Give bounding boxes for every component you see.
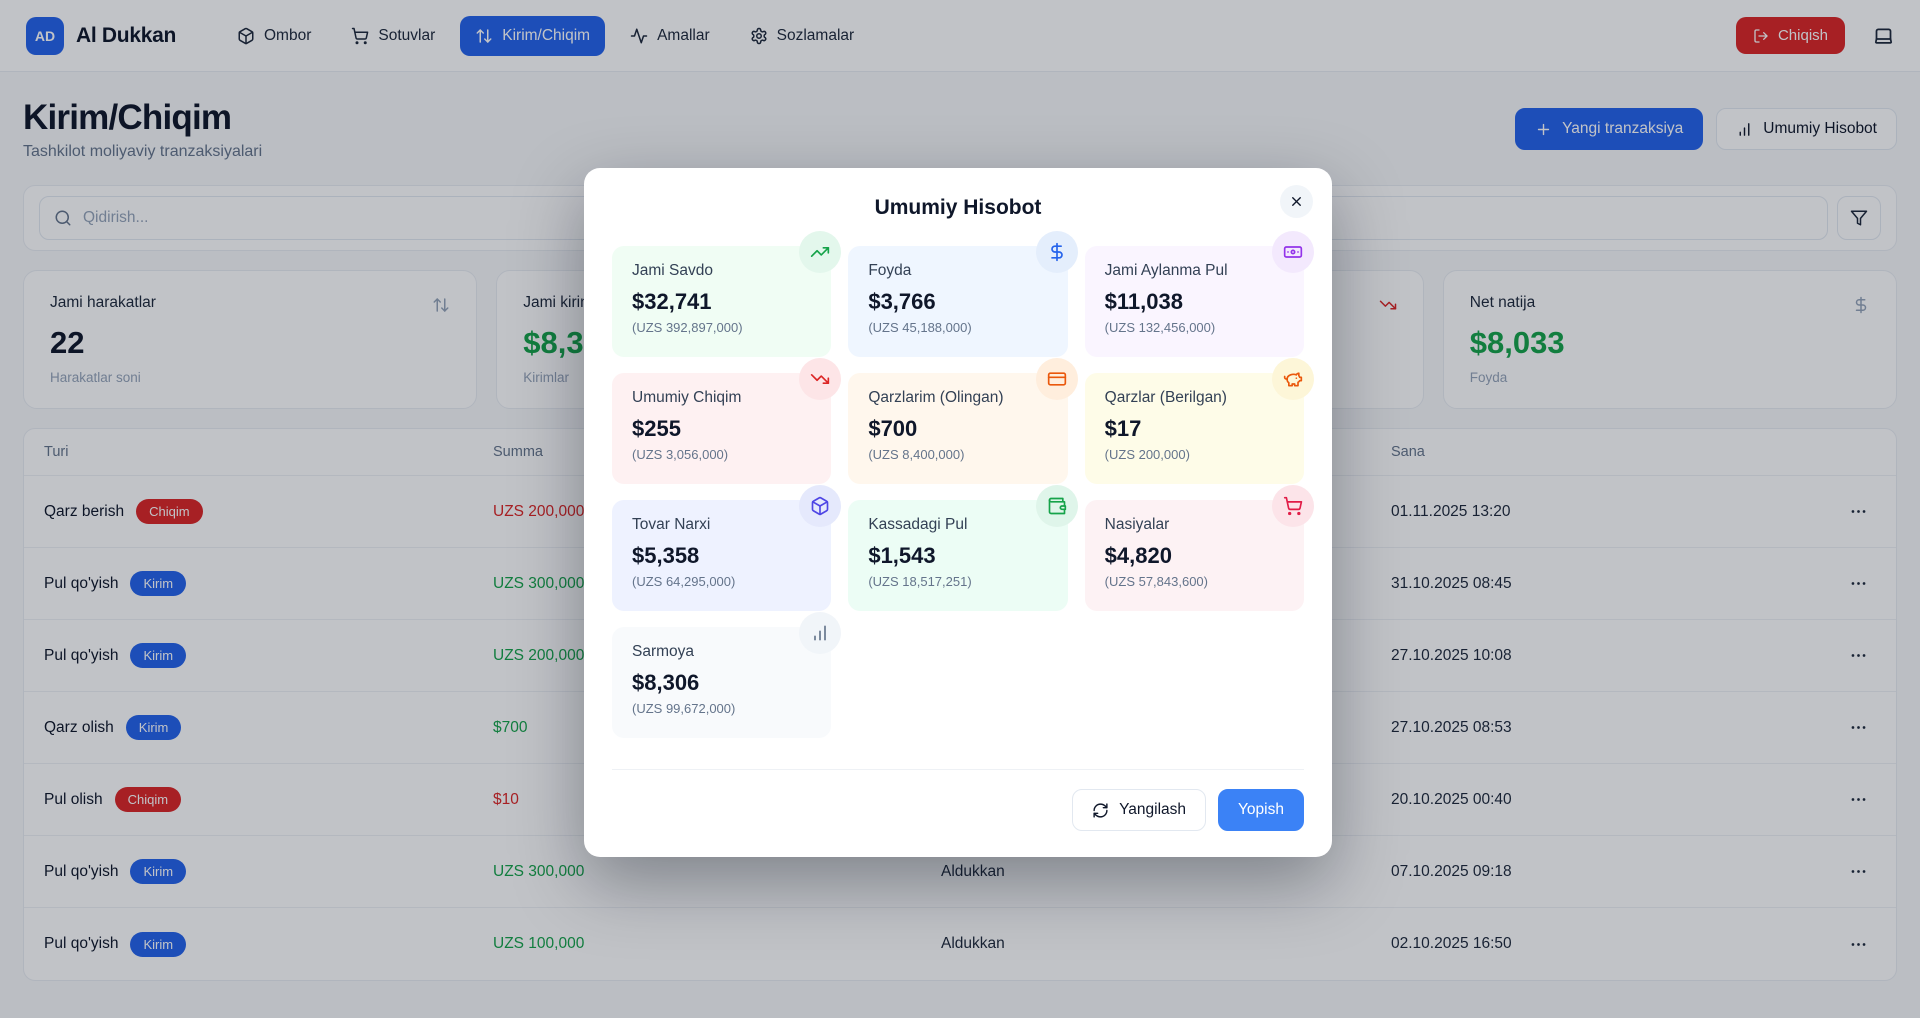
modal-footer: Yangilash Yopish — [612, 769, 1304, 831]
report-card-label: Qarzlar (Berilgan) — [1105, 389, 1284, 407]
report-cards-grid: Jami Savdo $32,741 (UZS 392,897,000) Foy… — [612, 246, 1304, 738]
report-card-label: Nasiyalar — [1105, 516, 1284, 534]
shopping-cart-icon — [1272, 485, 1314, 527]
close-modal-button[interactable]: Yopish — [1218, 789, 1304, 831]
report-card-sub: (UZS 18,517,251) — [868, 574, 1047, 589]
report-card-value: $255 — [632, 416, 811, 442]
refresh-label: Yangilash — [1119, 801, 1186, 819]
report-card-value: $1,543 — [868, 543, 1047, 569]
report-card-sub: (UZS 99,672,000) — [632, 701, 811, 716]
report-card-label: Kassadagi Pul — [868, 516, 1047, 534]
refresh-icon — [1092, 802, 1109, 819]
report-card-value: $3,766 — [868, 289, 1047, 315]
report-card-value: $8,306 — [632, 670, 811, 696]
banknote-icon — [1272, 231, 1314, 273]
wallet-icon — [1036, 485, 1078, 527]
report-card-label: Sarmoya — [632, 643, 811, 661]
report-card-umumiy-chiqim: Umumiy Chiqim $255 (UZS 3,056,000) — [612, 373, 831, 484]
report-card-label: Foyda — [868, 262, 1047, 280]
report-card-foyda: Foyda $3,766 (UZS 45,188,000) — [848, 246, 1067, 357]
report-card-sub: (UZS 132,456,000) — [1105, 320, 1284, 335]
report-card-sub: (UZS 392,897,000) — [632, 320, 811, 335]
close-modal-label: Yopish — [1238, 801, 1284, 819]
report-card-sub: (UZS 8,400,000) — [868, 447, 1047, 462]
report-card-sub: (UZS 57,843,600) — [1105, 574, 1284, 589]
close-icon — [1289, 194, 1304, 209]
refresh-button[interactable]: Yangilash — [1072, 789, 1206, 831]
report-card-value: $32,741 — [632, 289, 811, 315]
report-card-sub: (UZS 3,056,000) — [632, 447, 811, 462]
bar-chart-icon — [799, 612, 841, 654]
modal-title: Umumiy Hisobot — [612, 196, 1304, 220]
trending-up-icon — [799, 231, 841, 273]
dollar-sign-icon — [1036, 231, 1078, 273]
modal-close-button[interactable] — [1280, 185, 1313, 218]
report-card-jami-aylanma-pul: Jami Aylanma Pul $11,038 (UZS 132,456,00… — [1085, 246, 1304, 357]
report-card-value: $700 — [868, 416, 1047, 442]
report-card-value: $4,820 — [1105, 543, 1284, 569]
report-card-value: $17 — [1105, 416, 1284, 442]
overall-report-modal: Umumiy Hisobot Jami Savdo $32,741 (UZS 3… — [584, 168, 1332, 857]
report-card-label: Jami Savdo — [632, 262, 811, 280]
report-card-qarzlarim-olingan: Qarzlarim (Olingan) $700 (UZS 8,400,000) — [848, 373, 1067, 484]
piggy-bank-icon — [1272, 358, 1314, 400]
report-card-value: $11,038 — [1105, 289, 1284, 315]
package-icon — [799, 485, 841, 527]
report-card-sub: (UZS 200,000) — [1105, 447, 1284, 462]
report-card-label: Umumiy Chiqim — [632, 389, 811, 407]
report-card-tovar-narxi: Tovar Narxi $5,358 (UZS 64,295,000) — [612, 500, 831, 611]
report-card-sub: (UZS 45,188,000) — [868, 320, 1047, 335]
report-card-value: $5,358 — [632, 543, 811, 569]
report-card-kassadagi-pul: Kassadagi Pul $1,543 (UZS 18,517,251) — [848, 500, 1067, 611]
report-card-nasiyalar: Nasiyalar $4,820 (UZS 57,843,600) — [1085, 500, 1304, 611]
report-card-label: Tovar Narxi — [632, 516, 811, 534]
report-card-sarmoya: Sarmoya $8,306 (UZS 99,672,000) — [612, 627, 831, 738]
report-card-jami-savdo: Jami Savdo $32,741 (UZS 392,897,000) — [612, 246, 831, 357]
report-card-sub: (UZS 64,295,000) — [632, 574, 811, 589]
report-card-label: Qarzlarim (Olingan) — [868, 389, 1047, 407]
report-card-qarzlar-berilgan: Qarzlar (Berilgan) $17 (UZS 200,000) — [1085, 373, 1304, 484]
trending-down-icon — [799, 358, 841, 400]
credit-card-icon — [1036, 358, 1078, 400]
report-card-label: Jami Aylanma Pul — [1105, 262, 1284, 280]
